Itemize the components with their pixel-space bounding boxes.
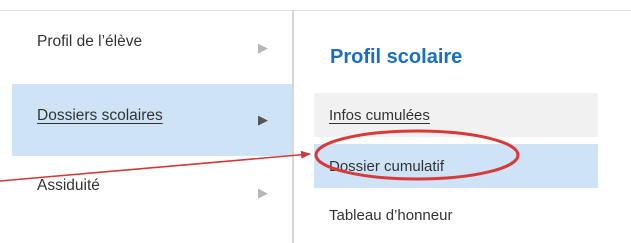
submenu-item-tableau-honneur[interactable]: Tableau d’honneur — [314, 193, 598, 237]
submenu-item-dossier-cumulatif[interactable]: Dossier cumulatif — [314, 144, 598, 188]
menu-item-assiduite[interactable]: Assiduité ▶ — [12, 157, 292, 229]
chevron-right-icon: ▶ — [258, 185, 268, 200]
menu-item-dossiers-scolaires[interactable]: Dossiers scolaires ▶ — [12, 84, 292, 156]
submenu-title: Profil scolaire — [330, 46, 463, 68]
submenu-item-infos-cumulees[interactable]: Infos cumulées — [314, 93, 598, 137]
menu-item-label: Dossiers scolaires — [37, 107, 163, 124]
submenu-item-label: Tableau d’honneur — [329, 206, 453, 224]
submenu-item-label: Dossier cumulatif — [329, 157, 445, 175]
menu-item-label: Profil de l’élève — [37, 33, 143, 50]
chevron-right-icon: ▶ — [258, 40, 268, 55]
chevron-right-icon: ▶ — [258, 112, 268, 127]
menu-item-profil-eleve[interactable]: Profil de l’élève ▶ — [12, 12, 292, 84]
menu-item-label: Assiduité — [37, 177, 100, 194]
submenu-item-label: Infos cumulées — [329, 106, 430, 124]
submenu-panel: Profil scolaire Infos cumulées Dossier c… — [294, 11, 631, 243]
